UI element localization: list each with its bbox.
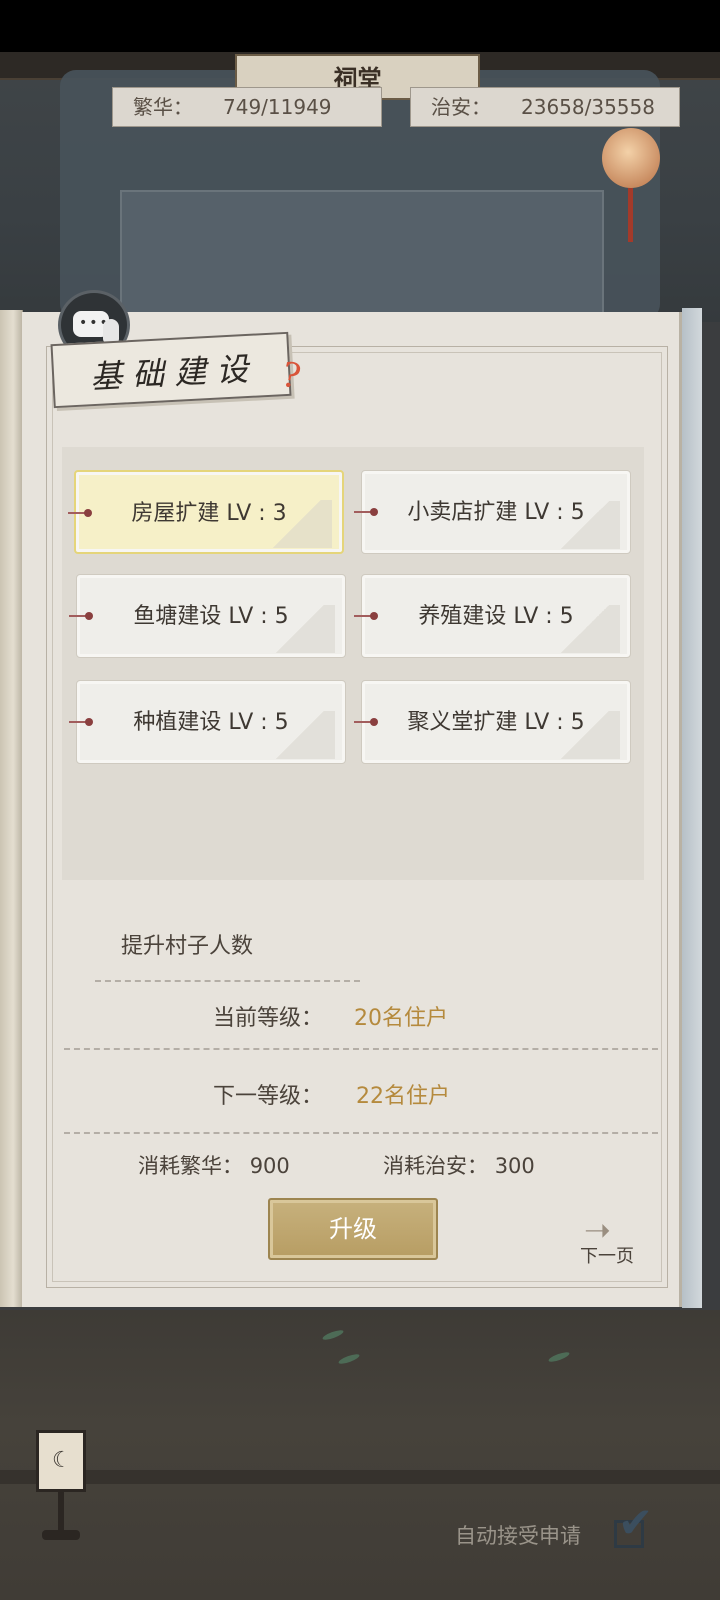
cost-prosperity: 消耗繁华： 900: [138, 1150, 290, 1180]
building-label: 房屋扩建 LV : 3: [131, 501, 287, 526]
divider: [64, 1048, 658, 1051]
prosperity-value: 749/11949: [223, 95, 332, 119]
checkmark-icon: ✔: [618, 1498, 654, 1547]
cost-prosperity-value: 900: [249, 1154, 290, 1178]
lantern-icon: [602, 128, 660, 188]
building-card-hall[interactable]: 聚义堂扩建 LV : 5: [354, 680, 631, 764]
panel-title-plaque: 基础建设: [50, 331, 292, 409]
building-card-housing[interactable]: 房屋扩建 LV : 3: [68, 470, 344, 554]
floor-background: [0, 1310, 720, 1600]
security-value: 23658/35558: [521, 95, 655, 119]
moon-icon: ☾: [52, 1448, 72, 1473]
building-label: 聚义堂扩建 LV : 5: [407, 710, 585, 735]
upgrade-button[interactable]: 升级: [268, 1198, 438, 1260]
building-label: 小卖店扩建 LV : 5: [407, 500, 585, 525]
security-stat: 治安： 23658/35558: [410, 87, 680, 127]
pin-icon: [69, 612, 93, 620]
pin-icon: [69, 718, 93, 726]
prosperity-label: 繁华：: [133, 95, 193, 119]
book-edge: [682, 308, 702, 1308]
building-card-fishpond[interactable]: 鱼塘建设 LV : 5: [69, 574, 346, 658]
pin-icon: [354, 612, 378, 620]
building-label: 养殖建设 LV : 5: [418, 604, 574, 629]
cost-security-value: 300: [494, 1154, 535, 1178]
lamp-base: [42, 1530, 80, 1540]
building-card-shop[interactable]: 小卖店扩建 LV : 5: [354, 470, 631, 554]
lamp-stand: [58, 1492, 64, 1532]
prosperity-stat: 繁华： 749/11949: [112, 87, 382, 127]
chat-figure-shape: [103, 319, 119, 343]
building-label: 种植建设 LV : 5: [133, 710, 289, 735]
next-page-label: 下一页: [580, 1246, 634, 1267]
pin-icon: [68, 509, 92, 517]
auto-accept-checkbox[interactable]: ✔: [614, 1502, 658, 1548]
cost-security-label: 消耗治安：: [383, 1154, 488, 1178]
status-bar: [0, 0, 720, 52]
current-level-label: 当前等级：: [213, 1006, 324, 1031]
panel-title: 基础建设: [89, 349, 260, 397]
next-level-label: 下一等级：: [213, 1084, 324, 1109]
next-page-button[interactable]: ➝ 下一页: [580, 1214, 650, 1270]
cost-security: 消耗治安： 300: [383, 1150, 535, 1180]
divider: [95, 980, 360, 983]
floor-board: [0, 1470, 720, 1484]
book-spine: [0, 310, 23, 1307]
divider: [64, 1132, 658, 1135]
lantern-tassel: [628, 188, 633, 242]
hall-screen-inner: [120, 190, 604, 324]
current-level-value: 20名住户: [354, 1006, 448, 1031]
auto-accept-label: 自动接受申请: [455, 1524, 581, 1548]
building-card-breeding[interactable]: 养殖建设 LV : 5: [354, 574, 631, 658]
next-level-value: 22名住户: [356, 1084, 450, 1109]
pin-icon: [354, 508, 378, 516]
detail-section-title: 提升村子人数: [121, 934, 254, 959]
building-label: 鱼塘建设 LV : 5: [133, 604, 289, 629]
pin-icon: [354, 718, 378, 726]
cost-prosperity-label: 消耗繁华：: [138, 1154, 243, 1178]
security-label: 治安：: [431, 95, 491, 119]
building-card-planting[interactable]: 种植建设 LV : 5: [69, 680, 346, 764]
